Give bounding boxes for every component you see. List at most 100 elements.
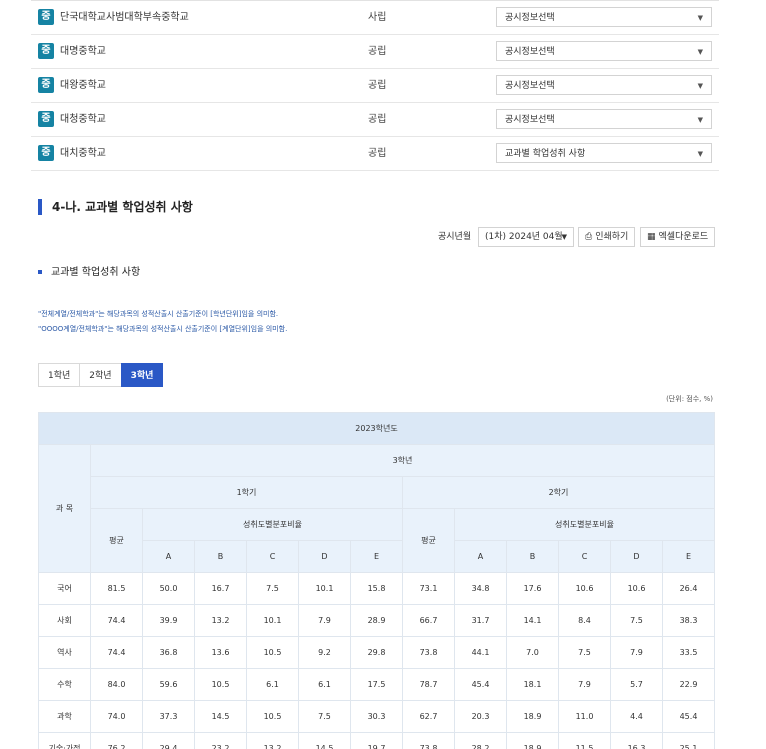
info-select[interactable]: 공시정보선택 ▼ — [496, 75, 712, 95]
distribution-cell: 6.1 — [298, 668, 351, 701]
info-select-value: 공시정보선택 — [505, 81, 555, 91]
distribution-cell: 7.9 — [298, 604, 351, 637]
period-select-value: (1차) 2024년 04월 — [485, 232, 563, 242]
tab-grade-3[interactable]: 3학년 — [120, 363, 164, 387]
school-name[interactable]: 단국대학교사범대학부속중학교 — [60, 1, 189, 34]
distribution-cell: 10.1 — [298, 572, 351, 605]
distribution-cell: 38.3 — [662, 604, 715, 637]
school-row: 중 대치중학교 공립 교과별 학업성취 사항 ▼ — [31, 137, 719, 171]
subject-header: 과 목 — [38, 444, 91, 573]
average-cell: 73.8 — [402, 636, 455, 669]
excel-button-label: 엑셀다운로드 — [658, 232, 709, 242]
tab-grade-2[interactable]: 2학년 — [79, 363, 122, 387]
school-name[interactable]: 대청중학교 — [60, 103, 106, 136]
average-cell: 73.8 — [402, 732, 455, 749]
distribution-cell: 7.5 — [610, 604, 663, 637]
distribution-cell: 26.4 — [662, 572, 715, 605]
grade-header: 3학년 — [90, 444, 715, 477]
unit-label: (단위: 점수, %) — [666, 395, 713, 403]
subject-cell: 수학 — [38, 668, 91, 701]
period-select[interactable]: (1차) 2024년 04월 ▼ — [478, 227, 574, 247]
distribution-cell: 18.1 — [506, 668, 559, 701]
distribution-cell: 31.7 — [454, 604, 507, 637]
semester-header: 2학기 — [402, 476, 715, 509]
distribution-cell: 50.0 — [142, 572, 195, 605]
school-type: 공립 — [368, 46, 387, 57]
average-cell: 66.7 — [402, 604, 455, 637]
page: 중 단국대학교사범대학부속중학교 사립 공시정보선택 ▼ 중 대명중학교 공립 … — [0, 0, 766, 749]
tab-grade-1[interactable]: 1학년 — [38, 363, 81, 387]
distribution-cell: 16.3 — [610, 732, 663, 749]
info-select-value: 교과별 학업성취 사항 — [505, 149, 586, 159]
average-header: 평균 — [90, 508, 143, 573]
info-select[interactable]: 공시정보선택 ▼ — [496, 109, 712, 129]
level-header: B — [194, 540, 247, 573]
school-level-badge: 중 — [38, 43, 54, 59]
distribution-cell: 14.5 — [194, 700, 247, 733]
distribution-cell: 7.5 — [298, 700, 351, 733]
school-type: 공립 — [368, 148, 387, 159]
school-name[interactable]: 대치중학교 — [60, 137, 106, 170]
average-cell: 84.0 — [90, 668, 143, 701]
distribution-cell: 8.4 — [558, 604, 611, 637]
grade-tabs: 1학년 2학년 3학년 — [38, 363, 164, 387]
school-type: 공립 — [368, 114, 387, 125]
school-type: 사립 — [368, 12, 387, 23]
distribution-cell: 28.2 — [454, 732, 507, 749]
distribution-cell: 59.6 — [142, 668, 195, 701]
distribution-cell: 10.5 — [246, 700, 299, 733]
distribution-cell: 7.9 — [558, 668, 611, 701]
distribution-cell: 19.7 — [350, 732, 403, 749]
level-header: C — [558, 540, 611, 573]
achievement-table: 2023학년도 과 목 3학년 1학기 2학기 평균 성취도별분포비율 평균 성… — [38, 412, 715, 749]
level-header: B — [506, 540, 559, 573]
school-name[interactable]: 대명중학교 — [60, 35, 106, 68]
distribution-cell: 10.6 — [558, 572, 611, 605]
subsection-title-text: 교과별 학업성취 사항 — [51, 267, 141, 278]
school-list: 중 단국대학교사범대학부속중학교 사립 공시정보선택 ▼ 중 대명중학교 공립 … — [31, 0, 719, 171]
section-title: 4-나. 교과별 학업성취 사항 — [38, 199, 193, 215]
caret-down-icon: ▼ — [561, 233, 567, 241]
distribution-cell: 14.1 — [506, 604, 559, 637]
spreadsheet-icon: ▦ — [647, 232, 656, 242]
distribution-cell: 36.8 — [142, 636, 195, 669]
table-row: 국어 81.5 50.0 16.7 7.5 10.1 15.8 73.1 34.8 17.6 10.… — [38, 572, 715, 605]
distribution-cell: 5.7 — [610, 668, 663, 701]
level-header: D — [610, 540, 663, 573]
average-cell: 74.0 — [90, 700, 143, 733]
semester-header: 1학기 — [90, 476, 403, 509]
distribution-cell: 7.9 — [610, 636, 663, 669]
caret-down-icon: ▼ — [697, 116, 703, 124]
distribution-cell: 10.6 — [610, 572, 663, 605]
info-select[interactable]: 공시정보선택 ▼ — [496, 41, 712, 61]
distribution-cell: 16.7 — [194, 572, 247, 605]
distribution-cell: 25.1 — [662, 732, 715, 749]
school-row: 중 단국대학교사범대학부속중학교 사립 공시정보선택 ▼ — [31, 1, 719, 35]
period-label: 공시년월 — [438, 232, 472, 242]
info-select[interactable]: 공시정보선택 ▼ — [496, 7, 712, 27]
info-select-value: 공시정보선택 — [505, 115, 555, 125]
info-select[interactable]: 교과별 학업성취 사항 ▼ — [496, 143, 712, 163]
distribution-cell: 18.9 — [506, 732, 559, 749]
level-header: A — [454, 540, 507, 573]
distribution-cell: 15.8 — [350, 572, 403, 605]
table-row: 과학 74.0 37.3 14.5 10.5 7.5 30.3 62.7 20.3 18.9 11.… — [38, 700, 715, 733]
level-header: A — [142, 540, 195, 573]
level-header: E — [662, 540, 715, 573]
excel-download-button[interactable]: ▦ 엑셀다운로드 — [640, 227, 716, 247]
school-name[interactable]: 대왕중학교 — [60, 69, 106, 102]
table-row: 기술·가정 76.2 29.4 23.2 13.2 14.5 19.7 73.8 28.2 18.… — [38, 732, 715, 749]
average-cell: 76.2 — [90, 732, 143, 749]
caret-down-icon: ▼ — [697, 14, 703, 22]
distribution-cell: 30.3 — [350, 700, 403, 733]
distribution-cell: 29.8 — [350, 636, 403, 669]
school-level-badge: 중 — [38, 111, 54, 127]
distribution-cell: 37.3 — [142, 700, 195, 733]
school-type: 공립 — [368, 80, 387, 91]
distribution-cell: 39.9 — [142, 604, 195, 637]
average-cell: 73.1 — [402, 572, 455, 605]
print-button[interactable]: ⎙ 인쇄하기 — [578, 227, 636, 247]
average-cell: 81.5 — [90, 572, 143, 605]
level-header: C — [246, 540, 299, 573]
subject-cell: 사회 — [38, 604, 91, 637]
